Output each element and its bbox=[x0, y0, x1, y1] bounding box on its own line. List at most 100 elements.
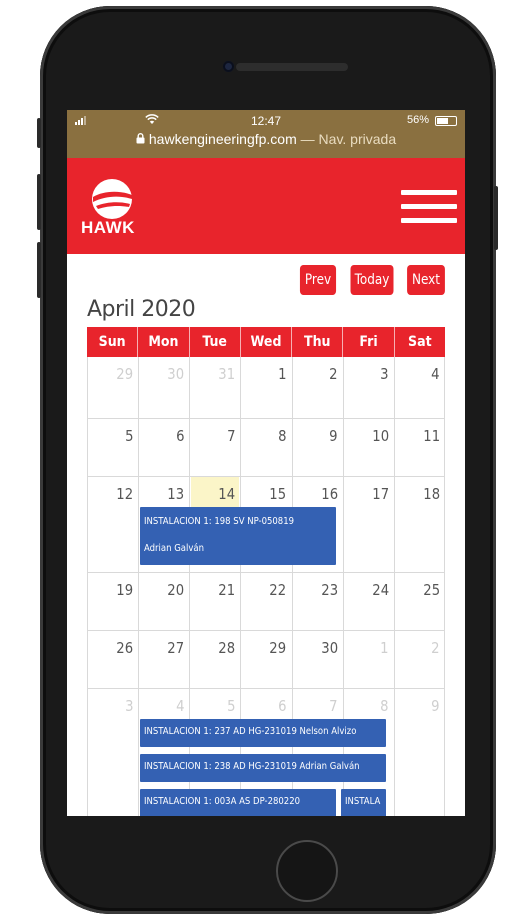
calendar-day-cell[interactable]: 3 bbox=[342, 357, 394, 418]
calendar-week-row: 19 20 21 22 23 24 25 bbox=[87, 573, 445, 631]
calendar-day-cell[interactable]: 9 bbox=[291, 419, 343, 476]
calendar-day-cell[interactable]: 19 bbox=[87, 573, 138, 630]
event-title: INSTALACION 1: 238 AD HG-231019 Adrian G… bbox=[144, 761, 360, 772]
calendar-day-cell[interactable]: 20 bbox=[138, 573, 189, 630]
event-block[interactable]: INSTALACION 1: 198 SV NP-050819 Adrian G… bbox=[140, 507, 336, 565]
weekday-wed: Wed bbox=[241, 327, 293, 357]
day-number: 11 bbox=[423, 427, 440, 445]
hawk-logo[interactable]: HAWK bbox=[81, 178, 147, 238]
day-number: 25 bbox=[423, 581, 440, 599]
event-title: INSTALACION 1: 237 AD HG-231019 Nelson A… bbox=[144, 726, 357, 737]
day-number: 20 bbox=[167, 581, 185, 599]
calendar-day-cell[interactable]: 22 bbox=[240, 573, 291, 630]
day-number: 19 bbox=[116, 581, 134, 599]
site-header: HAWK bbox=[67, 158, 465, 254]
event-block[interactable]: INSTALACION 1: 237 AD HG-231019 Nelson A… bbox=[140, 719, 386, 747]
day-number: 21 bbox=[218, 581, 236, 599]
calendar-day-cell[interactable]: 2 bbox=[393, 631, 445, 688]
calendar-day-cell[interactable]: 18 bbox=[393, 477, 445, 572]
url-text: hawkengineeringfp.com bbox=[148, 131, 297, 147]
calendar-day-cell[interactable]: 24 bbox=[342, 573, 394, 630]
calendar-day-cell[interactable]: 23 bbox=[291, 573, 343, 630]
calendar-day-cell[interactable]: 30 bbox=[291, 631, 343, 688]
day-number: 14 bbox=[218, 485, 236, 503]
calendar-day-cell[interactable]: 5 bbox=[87, 419, 138, 476]
event-title: INSTALACION 1: 198 SV NP-050819 bbox=[144, 516, 295, 527]
day-number: 8 bbox=[380, 697, 389, 715]
calendar-weekday-header: Sun Mon Tue Wed Thu Fri Sat bbox=[87, 327, 445, 357]
day-number: 3 bbox=[124, 697, 134, 715]
calendar-day-cell[interactable]: 4 bbox=[393, 357, 445, 418]
calendar-day-cell[interactable]: 2 bbox=[291, 357, 343, 418]
event-block[interactable]: INSTALA bbox=[341, 789, 386, 816]
prev-month-button[interactable]: Prev bbox=[299, 265, 337, 295]
day-number: 5 bbox=[124, 427, 134, 445]
calendar-day-cell[interactable]: 6 bbox=[138, 419, 189, 476]
calendar-day-cell[interactable]: 12 bbox=[87, 477, 138, 572]
day-number: 2 bbox=[431, 639, 440, 657]
hamburger-menu-icon[interactable] bbox=[401, 186, 457, 228]
calendar-day-cell[interactable]: 30 bbox=[138, 357, 189, 418]
mute-switch bbox=[37, 118, 41, 148]
weekday-thu: Thu bbox=[292, 327, 344, 357]
calendar-day-cell[interactable]: 10 bbox=[342, 419, 394, 476]
calendar-day-cell[interactable]: 29 bbox=[87, 357, 138, 418]
day-number: 28 bbox=[218, 639, 236, 657]
event-block[interactable]: INSTALACION 1: 003A AS DP-280220 bbox=[140, 789, 336, 816]
day-number: 2 bbox=[329, 365, 338, 383]
calendar-day-cell[interactable]: 21 bbox=[189, 573, 240, 630]
day-number: 13 bbox=[167, 485, 185, 503]
weekday-sun: Sun bbox=[87, 327, 139, 357]
earpiece-speaker bbox=[236, 63, 348, 71]
today-button[interactable]: Today bbox=[350, 265, 394, 295]
event-block[interactable]: INSTALACION 1: 238 AD HG-231019 Adrian G… bbox=[140, 754, 386, 782]
calendar-day-cell[interactable]: 1 bbox=[342, 631, 394, 688]
day-number: 16 bbox=[320, 485, 338, 503]
status-bar: 12:47 56% hawkengineeringfp.com — Nav. p… bbox=[67, 110, 465, 158]
day-number: 1 bbox=[278, 365, 287, 383]
day-number: 22 bbox=[269, 581, 287, 599]
day-number: 31 bbox=[218, 365, 236, 383]
calendar-day-cell[interactable]: 9 bbox=[393, 689, 445, 816]
next-month-button[interactable]: Next bbox=[407, 265, 445, 295]
phone-screen: 12:47 56% hawkengineeringfp.com — Nav. p… bbox=[67, 110, 465, 816]
calendar-grid-border bbox=[444, 357, 445, 816]
calendar-day-cell[interactable]: 1 bbox=[240, 357, 291, 418]
lock-icon bbox=[136, 133, 145, 147]
day-number: 17 bbox=[372, 485, 389, 503]
private-browsing-label: — Nav. privada bbox=[300, 131, 397, 147]
event-title: INSTALACION 1: 003A AS DP-280220 bbox=[144, 796, 301, 807]
day-number: 4 bbox=[175, 697, 185, 715]
calendar-day-cell[interactable]: 31 bbox=[189, 357, 240, 418]
day-number: 6 bbox=[278, 697, 287, 715]
calendar-week-row: 5 6 7 8 9 10 11 bbox=[87, 419, 445, 477]
logo-text: HAWK bbox=[81, 218, 135, 237]
day-number: 1 bbox=[380, 639, 389, 657]
calendar-day-cell[interactable]: 25 bbox=[393, 573, 445, 630]
calendar-day-cell[interactable]: 26 bbox=[87, 631, 138, 688]
calendar-day-cell[interactable]: 29 bbox=[240, 631, 291, 688]
calendar-day-cell[interactable]: 27 bbox=[138, 631, 189, 688]
home-button[interactable] bbox=[276, 840, 338, 902]
address-bar[interactable]: hawkengineeringfp.com — Nav. privada bbox=[67, 131, 465, 147]
day-number: 29 bbox=[269, 639, 287, 657]
front-camera bbox=[223, 61, 234, 72]
calendar-day-cell[interactable]: 11 bbox=[393, 419, 445, 476]
weekday-sat: Sat bbox=[408, 334, 432, 350]
event-assignee: Adrian Galván bbox=[144, 543, 205, 554]
day-number: 30 bbox=[320, 639, 338, 657]
calendar-day-cell[interactable]: 8 bbox=[240, 419, 291, 476]
weekday-mon: Mon bbox=[138, 327, 190, 357]
calendar-day-cell[interactable]: 28 bbox=[189, 631, 240, 688]
calendar-day-cell[interactable]: 17 bbox=[342, 477, 394, 572]
day-number: 4 bbox=[431, 365, 440, 383]
calendar-day-cell[interactable]: 7 bbox=[189, 419, 240, 476]
hawk-logo-mark-icon bbox=[92, 179, 132, 219]
volume-up-button bbox=[37, 174, 41, 230]
day-number: 12 bbox=[116, 485, 134, 503]
event-title: INSTALA bbox=[345, 796, 381, 807]
day-number: 26 bbox=[116, 639, 134, 657]
calendar-week-row: 26 27 28 29 30 1 2 bbox=[87, 631, 445, 689]
calendar-week-row: 29 30 31 1 2 3 4 bbox=[87, 357, 445, 419]
calendar-day-cell[interactable]: 3 bbox=[87, 689, 138, 816]
